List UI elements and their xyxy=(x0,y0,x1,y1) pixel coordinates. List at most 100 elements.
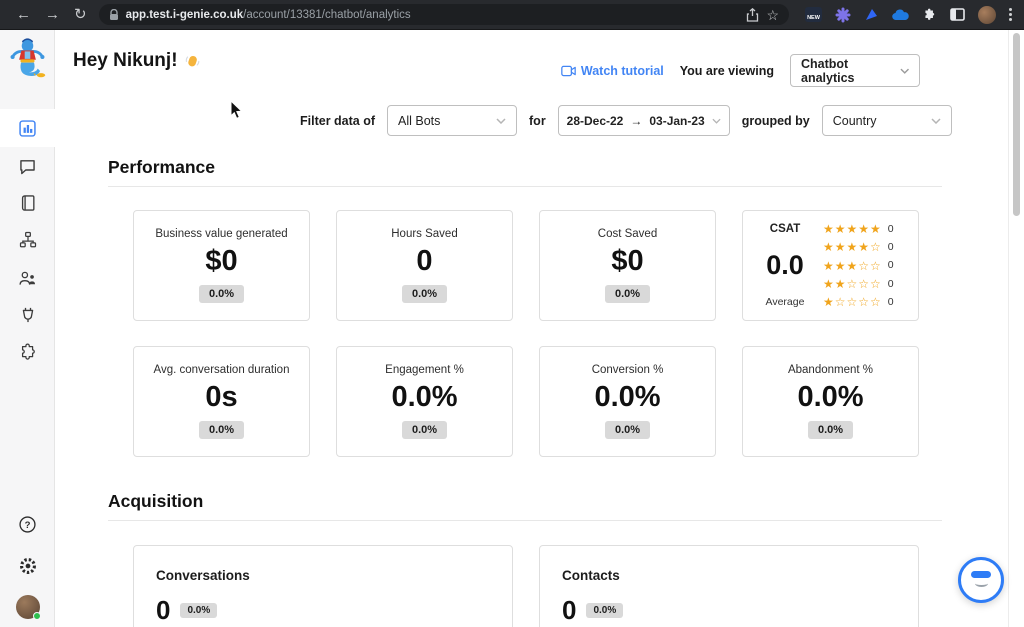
url-path: /account/13381/chatbot/analytics xyxy=(243,8,411,21)
stat-card-engagement: Engagement % 0.0% 0.0% xyxy=(336,346,513,457)
view-select-value: Chatbot analytics xyxy=(801,56,855,85)
bot-select[interactable]: All Bots xyxy=(387,105,518,136)
sidebar-item-bot-flows[interactable] xyxy=(0,221,55,259)
stat-change-badge: 0.0% xyxy=(198,421,245,439)
acq-card-contacts: Contacts 0 0.0% xyxy=(539,545,919,627)
sidebar-item-analytics[interactable] xyxy=(0,109,55,147)
sidebar-item-contacts[interactable] xyxy=(0,259,55,297)
back-icon[interactable]: ← xyxy=(16,7,31,22)
extension-flower-icon[interactable] xyxy=(835,7,851,23)
sidebar-item-addons[interactable] xyxy=(0,333,55,371)
stat-value: 0.0% xyxy=(594,381,661,413)
svg-text:?: ? xyxy=(25,520,31,531)
for-label: for xyxy=(529,113,546,128)
stat-value: $0 xyxy=(611,245,644,277)
analytics-icon xyxy=(19,119,36,137)
users-icon xyxy=(19,271,36,285)
plug-icon xyxy=(22,307,33,323)
group-select[interactable]: Country xyxy=(821,105,952,136)
video-camera-icon xyxy=(561,65,576,76)
acquisition-cards-row: Conversations 0 0.0% Contacts 0 0.0% xyxy=(133,545,919,627)
date-from: 28-Dec-22 xyxy=(566,113,624,128)
scrollbar-track[interactable] xyxy=(1008,30,1024,627)
sidebar-item-settings[interactable] xyxy=(0,547,55,585)
stat-card-cost-saved: Cost Saved $0 0.0% xyxy=(539,210,716,321)
browser-extensions: NEW xyxy=(795,5,1016,24)
star-row-2: ★★ ☆☆☆ 0 xyxy=(823,276,894,291)
stat-label: Engagement % xyxy=(385,364,464,376)
stat-card-conversion: Conversion % 0.0% 0.0% xyxy=(539,346,716,457)
stat-card-abandonment: Abandonment % 0.0% 0.0% xyxy=(742,346,919,457)
acq-change-badge: 0.0% xyxy=(180,603,218,618)
viewing-label: You are viewing xyxy=(679,63,774,78)
chat-widget-smile-icon xyxy=(974,580,988,587)
acq-value: 0 xyxy=(156,595,171,625)
acq-label: Contacts xyxy=(562,568,620,583)
extensions-puzzle-icon[interactable] xyxy=(922,7,937,22)
main-content: Hey Nikunj! Watch tutorial You are viewi… xyxy=(55,30,1024,627)
forward-icon[interactable]: → xyxy=(45,7,60,22)
bookmark-star-icon[interactable]: ☆ xyxy=(766,8,779,22)
scrollbar-thumb[interactable] xyxy=(1013,33,1020,216)
browser-profile-avatar[interactable] xyxy=(978,5,996,24)
share-icon[interactable] xyxy=(746,7,759,22)
extension-arrow-icon[interactable] xyxy=(864,7,879,22)
stat-label: Conversion % xyxy=(591,364,664,376)
stat-card-hours-saved: Hours Saved 0 0.0% xyxy=(336,210,513,321)
filter-data-label: Filter data of xyxy=(300,113,376,128)
stat-card-business-value: Business value generated $0 0.0% xyxy=(133,210,310,321)
stat-change-badge: 0.0% xyxy=(604,285,651,303)
arrow-right-icon: → xyxy=(630,113,643,128)
grouped-by-label: grouped by xyxy=(741,113,810,128)
acq-card-conversations: Conversations 0 0.0% xyxy=(133,545,513,627)
csat-average-label: Average xyxy=(765,296,805,308)
gear-icon xyxy=(19,558,36,574)
stat-change-badge: 0.0% xyxy=(198,285,245,303)
star-row-4: ★★★★ ☆ 0 xyxy=(823,240,894,255)
sidebar-item-conversations[interactable] xyxy=(0,147,55,185)
wave-emoji xyxy=(184,53,200,69)
side-panel-icon[interactable] xyxy=(950,8,965,21)
stat-label: Avg. conversation duration xyxy=(153,364,290,376)
sidebar-user-avatar[interactable] xyxy=(0,588,55,626)
page-title: Hey Nikunj! xyxy=(73,50,200,72)
stat-label: Hours Saved xyxy=(391,228,458,240)
csat-label: CSAT xyxy=(769,223,801,235)
sidebar-item-knowledge-base[interactable] xyxy=(0,184,55,222)
extension-new-icon[interactable]: NEW xyxy=(805,7,822,22)
star-row-3: ★★★ ☆☆ 0 xyxy=(823,258,894,273)
chat-widget-button[interactable] xyxy=(958,557,1004,603)
date-range-picker[interactable]: 28-Dec-22 → 03-Jan-23 xyxy=(557,105,730,136)
filter-bar: Filter data of All Bots for 28-Dec-22 → … xyxy=(300,105,952,136)
acq-label: Conversations xyxy=(156,568,250,583)
stat-card-csat: CSAT 0.0 Average ★★★★★ 0 ★★★★ ☆ 0 ★★★ ☆☆ 0 ★★… xyxy=(742,210,919,321)
watch-tutorial-link[interactable]: Watch tutorial xyxy=(561,64,664,78)
csat-star-breakdown: ★★★★★ 0 ★★★★ ☆ 0 ★★★ ☆☆ 0 ★★ ☆☆☆ 0 ★ ☆☆☆☆ 0 xyxy=(823,223,910,308)
mouse-cursor xyxy=(230,100,244,120)
stat-value: 0.0% xyxy=(797,381,864,413)
csat-value: 0.0 xyxy=(766,250,804,280)
browser-toolbar: ← → ↻ app.test.i-genie.co.uk/account/133… xyxy=(0,0,1024,30)
stat-value: 0.0% xyxy=(391,381,458,413)
performance-cards-row-2: Avg. conversation duration 0s 0.0% Engag… xyxy=(133,346,919,457)
extension-cloud-icon[interactable] xyxy=(892,8,909,21)
address-bar[interactable]: app.test.i-genie.co.uk/account/13381/cha… xyxy=(98,4,789,25)
watch-tutorial-label: Watch tutorial xyxy=(580,63,664,78)
stat-change-badge: 0.0% xyxy=(401,421,448,439)
performance-cards-row-1: Business value generated $0 0.0% Hours S… xyxy=(133,210,919,321)
help-icon: ? xyxy=(19,515,36,533)
url-domain: app.test.i-genie.co.uk xyxy=(125,8,244,21)
acq-value: 0 xyxy=(562,595,577,625)
section-divider xyxy=(108,186,942,187)
view-select[interactable]: Chatbot analytics xyxy=(790,54,920,87)
reload-icon[interactable]: ↻ xyxy=(74,7,87,22)
sidebar-item-integrations[interactable] xyxy=(0,296,55,334)
header-right: Watch tutorial You are viewing Chatbot a… xyxy=(561,54,920,87)
sidebar-item-help[interactable]: ? xyxy=(0,505,55,543)
puzzle-icon xyxy=(21,343,35,360)
browser-menu-icon[interactable] xyxy=(1009,8,1012,21)
stat-value: 0 xyxy=(416,245,433,277)
sitemap-icon xyxy=(19,231,36,248)
genie-logo[interactable] xyxy=(7,34,48,80)
padlock-icon xyxy=(109,8,119,21)
